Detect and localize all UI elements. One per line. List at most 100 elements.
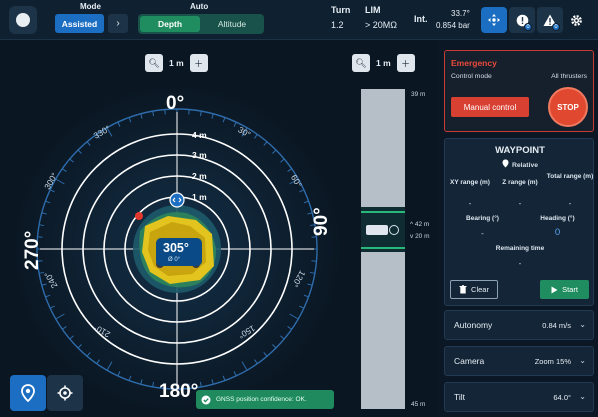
zoom-out-icon: 🔍︎ [148, 57, 160, 68]
camera-value: Zoom 15% [534, 357, 571, 366]
zoom-in-depth-button[interactable]: ＋ [396, 54, 415, 72]
tilt-value: 64.0° [553, 393, 571, 402]
depth-mark-2-value: 20 m [415, 233, 430, 240]
emergency-title: Emergency [451, 58, 497, 68]
depth-bottom-label: 45 m [411, 401, 426, 408]
heading-sub: Ø 0° [168, 257, 181, 263]
control-mode-label: Control mode [451, 73, 492, 80]
depth-gauge[interactable] [361, 89, 405, 409]
relative-label: Relative [511, 162, 539, 169]
target-depth-icon [389, 225, 399, 235]
warning-badge: 0 [552, 23, 560, 31]
zoom-scale-depth: 1 m [376, 58, 391, 68]
thruster-toggle-button[interactable] [481, 7, 507, 33]
mode-next-button[interactable]: › [108, 14, 128, 33]
autonomy-row[interactable]: Autonomy 0.84 m/s ⌄ [444, 310, 594, 340]
remaining-time-label: Remaining time [495, 245, 545, 252]
depth-marker-top [361, 211, 405, 213]
zoom-scale-left: 1 m [169, 58, 184, 68]
zoom-out-depth-button[interactable]: 🔍︎ [352, 54, 370, 72]
warning-button[interactable]: 0 [537, 7, 563, 33]
zoom-out-left-button[interactable]: 🔍︎ [145, 54, 163, 72]
zoom-out-icon: 🔍︎ [355, 57, 367, 68]
stop-button[interactable]: STOP [548, 87, 588, 127]
all-thrusters-label: All thrusters [551, 73, 587, 80]
zoom-in-left-button[interactable]: ＋ [189, 54, 208, 72]
bearing-value: - [481, 229, 484, 238]
info-button[interactable]: 0 [509, 7, 535, 33]
crosshair-icon [57, 385, 73, 401]
depth-mark-2: v 20 m [410, 233, 430, 240]
remaining-time-value: - [518, 259, 522, 268]
chevron-down-icon: ⌄ [579, 392, 586, 401]
app-logo[interactable] [9, 6, 37, 34]
int-label: Int. [414, 14, 428, 24]
waypoint-panel: WAYPOINT Relative XY range (m) Z range (… [444, 138, 594, 306]
move-icon [488, 14, 500, 26]
ring-label-2m: 2 m [192, 171, 207, 181]
location-pin-icon [21, 384, 35, 402]
check-circle-icon [201, 395, 211, 404]
cardinal-south: 180° [159, 381, 199, 402]
chevron-down-icon: ⌄ [579, 356, 586, 365]
heading-value: 305° [163, 241, 189, 255]
waypoint-title: WAYPOINT [495, 145, 545, 156]
autonomy-value: 0.84 m/s [542, 321, 571, 330]
int-pressure: 0.854 bar [436, 21, 470, 30]
manual-control-button[interactable]: Manual control [451, 97, 529, 117]
lim-value: > 20MΩ [365, 20, 397, 30]
gnss-status-text: GNSS position confidence: OK. [216, 396, 307, 403]
ring-label-3m: 3 m [192, 150, 207, 160]
lim-label: LIM [365, 5, 381, 15]
depth-mark-1-value: 42 m [414, 221, 430, 228]
emergency-panel: Emergency Control mode All thrusters Man… [444, 50, 594, 132]
bearing-label: Bearing (°) [466, 215, 499, 222]
camera-label: Camera [454, 356, 485, 366]
auto-label: Auto [190, 2, 209, 11]
start-label: Start [562, 285, 578, 294]
clear-button[interactable]: Clear [450, 280, 498, 299]
navigation-map[interactable]: 4 m 3 m 2 m 1 m 0° 90° 180° 270° 30° 60°… [0, 41, 438, 417]
turn-value: 1.2 [331, 20, 344, 30]
ring-label-4m: 4 m [192, 130, 207, 140]
total-range-value: - [568, 199, 572, 208]
heading-label: Heading (°) [540, 215, 575, 222]
waypoint-mode: Relative [445, 159, 595, 169]
location-pin-icon [502, 159, 509, 168]
tilt-row[interactable]: Tilt 64.0° ⌄ [444, 382, 594, 412]
mode-label: Mode [80, 2, 101, 11]
heading-input[interactable]: 0 [520, 227, 595, 238]
total-range-label: Total range (m) [546, 173, 594, 180]
depth-top-label: 39 m [411, 91, 426, 98]
int-temp: 33.7° [451, 9, 470, 18]
chevron-right-icon: › [116, 18, 120, 29]
camera-row[interactable]: Camera Zoom 15% ⌄ [444, 346, 594, 376]
tab-depth[interactable]: Depth [140, 16, 200, 32]
xy-range-label: XY range (m) [450, 179, 490, 186]
start-button[interactable]: Start [540, 280, 589, 299]
trash-icon [459, 285, 467, 294]
depth-zoom: 🔍︎ 1 m ＋ [352, 54, 415, 72]
cardinal-east: 90° [311, 207, 332, 236]
center-map-button[interactable] [47, 375, 83, 411]
top-bar: Mode Assisted › Auto Depth Altitude Turn… [0, 0, 598, 40]
clear-label: Clear [471, 285, 489, 294]
settings-button[interactable] [565, 7, 587, 33]
mode-button[interactable]: Assisted [55, 14, 104, 33]
gnss-status-toast: GNSS position confidence: OK. [196, 390, 334, 409]
depth-mark-1: ^ 42 m [410, 221, 430, 228]
play-icon [551, 286, 558, 293]
zoom-in-icon: ＋ [194, 58, 204, 69]
autonomy-label: Autonomy [454, 320, 493, 330]
vehicle-depth-icon[interactable] [366, 225, 388, 235]
gear-icon [570, 14, 582, 26]
locate-vehicle-button[interactable] [10, 375, 46, 411]
map-zoom-left: 🔍︎ 1 m ＋ [145, 54, 208, 72]
zoom-in-icon: ＋ [401, 58, 411, 69]
z-range-value: - [518, 199, 522, 208]
auto-mode-toggle: Depth Altitude [138, 14, 264, 34]
tilt-label: Tilt [454, 392, 466, 402]
tab-altitude[interactable]: Altitude [202, 16, 262, 32]
cardinal-west: 270° [22, 230, 43, 270]
chevron-down-icon: ⌄ [579, 320, 586, 329]
